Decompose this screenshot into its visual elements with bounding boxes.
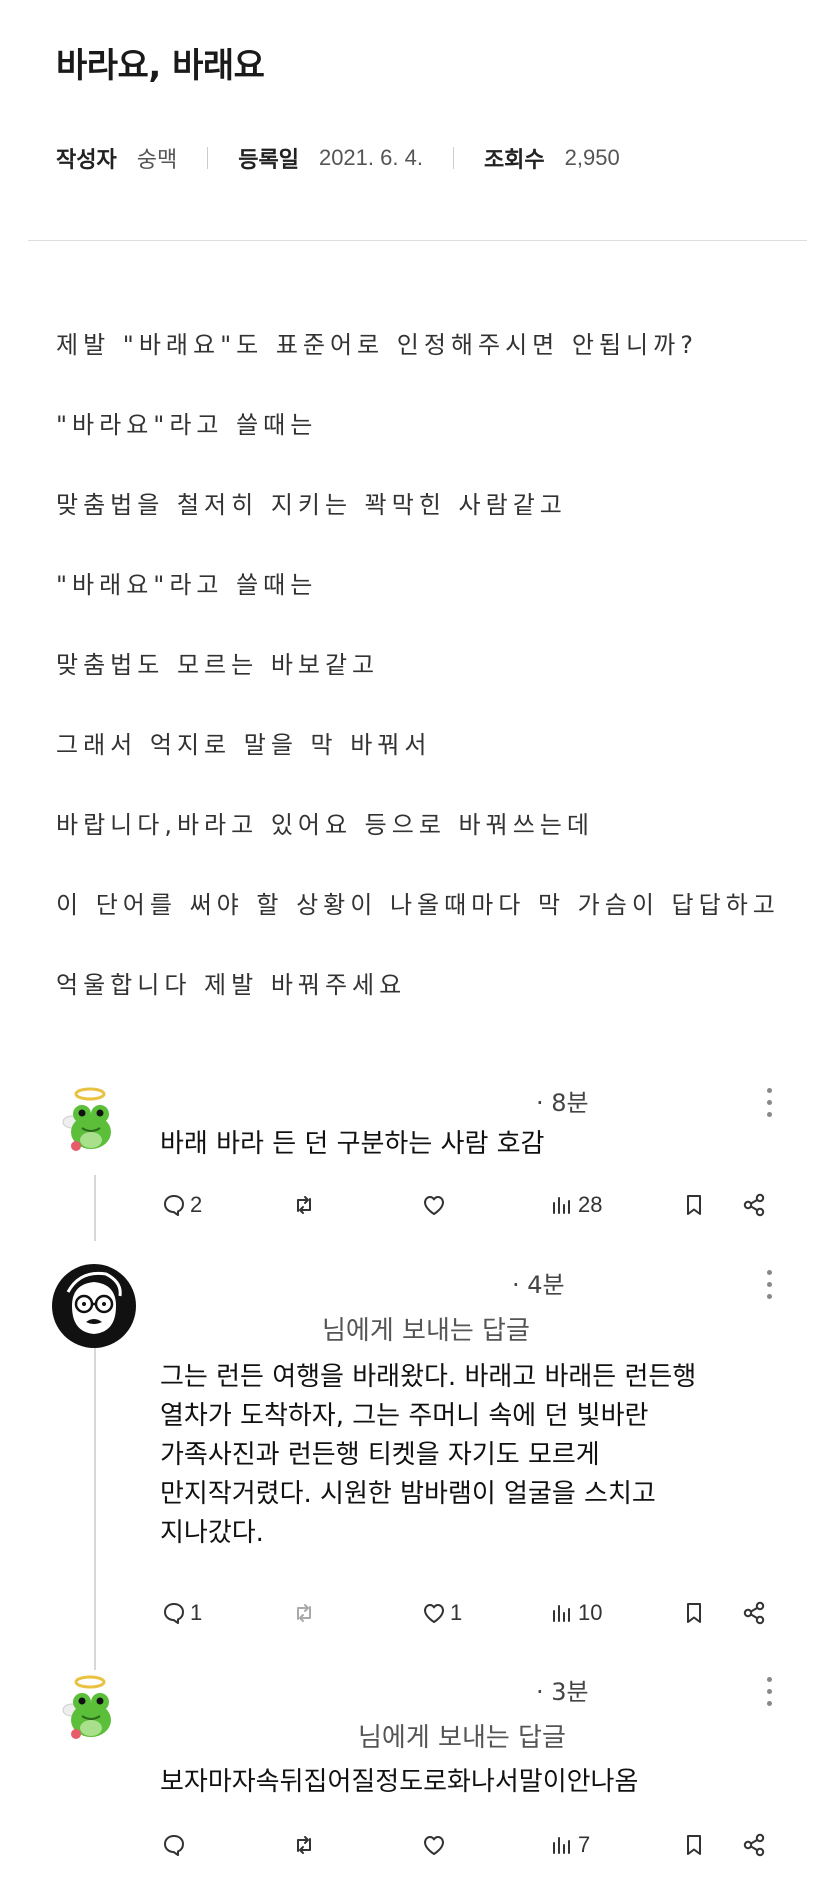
body-line: 그래서 억지로 말을 막 바꿔서: [56, 731, 432, 759]
speech-bubble-icon: [164, 1195, 184, 1216]
retweet-icon: [297, 1196, 311, 1214]
views-button[interactable]: 7: [548, 1828, 590, 1862]
like-count: 1: [450, 1600, 463, 1625]
like-button[interactable]: 1: [420, 1596, 462, 1630]
reply-button[interactable]: [160, 1828, 190, 1862]
comment-time: · 8분: [536, 1089, 589, 1117]
retweet-icon: [297, 1836, 311, 1854]
view-count: 28: [578, 1192, 603, 1217]
bookmark-icon: [687, 1603, 701, 1623]
view-count: 10: [578, 1600, 603, 1625]
thread-line: [94, 1175, 96, 1241]
retweet-button[interactable]: [290, 1596, 318, 1630]
retweet-button[interactable]: [290, 1188, 318, 1222]
views-button[interactable]: 28: [548, 1188, 602, 1222]
heart-icon: [424, 1604, 444, 1623]
comment-actions: 7: [160, 1828, 780, 1862]
comment-text-line: 가족사진과 런든행 티켓을 자기도 모르게: [160, 1440, 600, 1470]
comment-text-line: 열차가 도착하자, 그는 주머니 속에 던 빛바란: [160, 1401, 649, 1431]
thread-line: [94, 1340, 96, 1670]
comment-text-line: 보자마자속뒤집어질정도로화나서말이안나옴: [160, 1767, 639, 1797]
views-label: 조회수: [483, 148, 545, 173]
comment-actions: 1 1 10: [160, 1596, 780, 1630]
comment-text: 그는 런든 여행을 바래왔다. 바래고 바래든 런든행 열차가 도착하자, 그는…: [160, 1358, 696, 1553]
share-icon: [743, 1833, 765, 1857]
share-button[interactable]: [740, 1188, 768, 1222]
comment-time: · 3분: [536, 1678, 589, 1706]
body-line: 억울합니다 제발 바꿔주세요: [56, 971, 407, 999]
more-vertical-icon[interactable]: [767, 1270, 773, 1306]
reply-count: 1: [190, 1600, 203, 1625]
post-meta: 작성자 숭맥 등록일 2021. 6. 4. 조회수 2,950: [56, 142, 620, 174]
reply-count: 2: [190, 1192, 203, 1217]
more-vertical-icon[interactable]: [767, 1677, 773, 1713]
like-button[interactable]: [420, 1188, 450, 1222]
cartoon-avatar[interactable]: [50, 1262, 138, 1350]
bar-chart-icon: [553, 1197, 570, 1214]
body-line: 이 단어를 써야 할 상황이 나올때마다 막 가슴이 답답하고: [56, 891, 780, 919]
date-label: 등록일: [238, 148, 299, 173]
bookmark-button[interactable]: [680, 1188, 708, 1222]
bookmark-icon: [687, 1835, 701, 1855]
share-button[interactable]: [740, 1596, 768, 1630]
comment-actions: 2 28: [160, 1188, 780, 1222]
retweet-icon: [297, 1604, 311, 1622]
comment-text-line: 만지작거렸다. 시원한 밤바램이 얼굴을 스치고: [160, 1479, 656, 1509]
meta-divider: [207, 147, 209, 169]
header-divider: [28, 240, 807, 241]
speech-bubble-icon: [164, 1835, 184, 1856]
meta-divider: [452, 147, 454, 169]
bookmark-icon: [687, 1195, 701, 1215]
body-line: "바래요"라고 쓸때는: [56, 571, 318, 599]
body-line: "바라요"라고 쓸때는: [56, 411, 318, 439]
bookmark-button[interactable]: [680, 1596, 708, 1630]
author-name[interactable]: 숭맥: [137, 142, 177, 174]
author-label: 작성자: [56, 148, 117, 173]
reply-button[interactable]: 2: [160, 1188, 202, 1222]
reply-button[interactable]: 1: [160, 1596, 202, 1630]
bar-chart-icon: [553, 1837, 570, 1854]
heart-icon: [424, 1196, 444, 1215]
bookmark-button[interactable]: [680, 1828, 708, 1862]
views-button[interactable]: 10: [548, 1596, 602, 1630]
body-line: 제발 "바래요"도 표준어로 인정해주시면 안됩니까?: [56, 331, 698, 359]
speech-bubble-icon: [164, 1603, 184, 1624]
comment-text: 바래 바라 든 던 구분하는 사람 호감: [160, 1125, 544, 1164]
comment-text-line: 그는 런든 여행을 바래왔다. 바래고 바래든 런든행: [160, 1362, 697, 1392]
reply-to-label[interactable]: 님에게 보내는 답글: [322, 1310, 530, 1347]
heart-icon: [424, 1836, 444, 1855]
body-line: 맞춤법을 철저히 지키는 꽉막힌 사람같고: [56, 491, 567, 519]
frog-angel-avatar[interactable]: [52, 1670, 140, 1758]
reply-to-label[interactable]: 님에게 보내는 답글: [358, 1717, 566, 1754]
comment-text: 보자마자속뒤집어질정도로화나서말이안나옴: [160, 1763, 638, 1802]
post-title: 바라요, 바래요: [56, 46, 265, 86]
share-button[interactable]: [740, 1828, 768, 1862]
comment-time: · 4분: [512, 1271, 565, 1299]
frog-angel-avatar[interactable]: [52, 1082, 140, 1170]
bar-chart-icon: [553, 1605, 570, 1622]
like-button[interactable]: [420, 1828, 450, 1862]
more-vertical-icon[interactable]: [767, 1088, 773, 1124]
body-line: 맞춤법도 모르는 바보같고: [56, 651, 380, 679]
body-line: 바랍니다,바라고 있어요 등으로 바꿔쓰는데: [56, 811, 594, 839]
view-count: 2,950: [564, 145, 620, 170]
share-icon: [743, 1193, 765, 1217]
post-date: 2021. 6. 4.: [318, 145, 423, 170]
share-icon: [743, 1601, 765, 1625]
view-count: 7: [578, 1832, 591, 1857]
comment-text-line: 지나갔다.: [160, 1518, 264, 1548]
comment-text-line: 바래 바라 든 던 구분하는 사람 호감: [160, 1129, 545, 1159]
retweet-button[interactable]: [290, 1828, 318, 1862]
